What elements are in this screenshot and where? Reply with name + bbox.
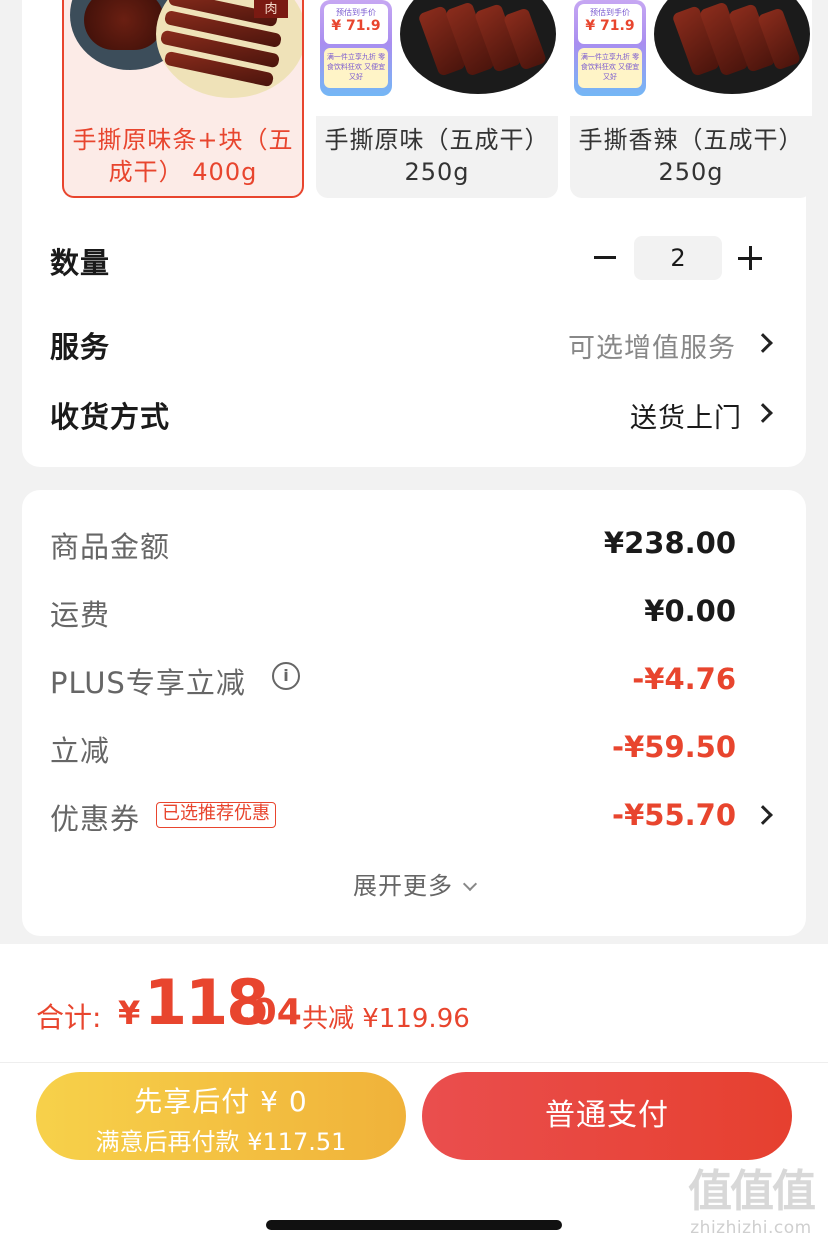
plus-discount-label: PLUS专享立减 [50, 666, 246, 700]
variant-image-1: 肉 [64, 0, 302, 116]
goods-amount-label: 商品金额 [50, 530, 171, 564]
instant-discount-label: 立减 [50, 734, 111, 768]
watermark-logo: 值值值 [688, 1166, 816, 1217]
variant-list: 肉 手撕原味条+块（五成干） 400g 预估到手价 ¥ 71.9 满一件立享九折 … [40, 0, 828, 200]
divider [0, 1062, 828, 1063]
coupon-label: 优惠券 [50, 802, 141, 836]
pay-later-title: 先享后付 ¥ 0 [134, 1085, 308, 1118]
quantity-label: 数量 [50, 246, 111, 280]
quantity-input[interactable]: 2 [634, 236, 722, 280]
variant-label-3: 手撕香辣（五成干） 250g [578, 126, 804, 186]
pay-later-button[interactable]: 先享后付 ¥ 0 满意后再付款 ¥117.51 [36, 1072, 406, 1160]
info-icon[interactable]: i [272, 662, 300, 690]
coupon-value[interactable]: -¥55.70 [612, 798, 736, 832]
coupon-tag: 已选推荐优惠 [156, 802, 276, 828]
expand-more-label: 展开更多 [353, 872, 453, 900]
total-amount-decimal: .04 [238, 992, 302, 1033]
watermark: 值值值 zhizhizhi.com [676, 1166, 826, 1238]
total-saved: 共减 ¥119.96 [302, 1004, 470, 1034]
price-breakdown-card: 商品金额 ¥238.00 运费 ¥0.00 PLUS专享立减 i -¥4.76 … [22, 490, 806, 936]
price-badge: 预估到手价 ¥ 71.9 满一件立享九折 零食饮料狂欢 又便宜又好 [320, 0, 392, 96]
service-value[interactable]: 可选增值服务 [568, 326, 736, 365]
variant-image-2: 预估到手价 ¥ 71.9 满一件立享九折 零食饮料狂欢 又便宜又好 [316, 0, 558, 116]
variant-option-1[interactable]: 肉 手撕原味条+块（五成干） 400g [62, 0, 304, 198]
total-label: 合计: [36, 1001, 102, 1034]
standard-pay-button[interactable]: 普通支付 [422, 1072, 792, 1160]
delivery-label: 收货方式 [50, 400, 171, 434]
variant-label-2: 手撕原味（五成干） 250g [324, 126, 550, 186]
minus-icon[interactable] [594, 256, 616, 259]
expand-more-button[interactable]: 展开更多 [22, 866, 806, 901]
variant-option-2[interactable]: 预估到手价 ¥ 71.9 满一件立享九折 零食饮料狂欢 又便宜又好 手撕原味（五成… [316, 0, 558, 198]
variant-image-3: 预估到手价 ¥ 71.9 满一件立享九折 零食饮料狂欢 又便宜又好 [570, 0, 812, 116]
goods-amount-value: ¥238.00 [603, 526, 736, 560]
service-label: 服务 [50, 330, 111, 364]
watermark-site: zhizhizhi.com [690, 1218, 812, 1238]
chevron-down-icon [462, 876, 478, 892]
home-indicator[interactable] [266, 1220, 562, 1230]
plus-icon[interactable] [738, 246, 762, 270]
chevron-right-icon[interactable] [753, 805, 773, 825]
shipping-label: 运费 [50, 598, 111, 632]
instant-discount-value: -¥59.50 [612, 730, 736, 764]
shipping-value: ¥0.00 [644, 594, 736, 628]
variant-option-3[interactable]: 预估到手价 ¥ 71.9 满一件立享九折 零食饮料狂欢 又便宜又好 手撕香辣（五成… [570, 0, 812, 198]
plus-discount-value: -¥4.76 [632, 662, 736, 696]
checkout-bar: 合计: ¥ 118 .04 共减 ¥119.96 先享后付 ¥ 0 满意后再付款… [0, 944, 828, 1249]
total-currency: ¥ [118, 994, 141, 1032]
variant-label-1: 手撕原味条+块（五成干） 400g [72, 126, 294, 186]
pay-later-subtitle: 满意后再付款 ¥117.51 [95, 1128, 347, 1156]
delivery-value[interactable]: 送货上门 [630, 396, 742, 435]
price-badge: 预估到手价 ¥ 71.9 满一件立享九折 零食饮料狂欢 又便宜又好 [574, 0, 646, 96]
